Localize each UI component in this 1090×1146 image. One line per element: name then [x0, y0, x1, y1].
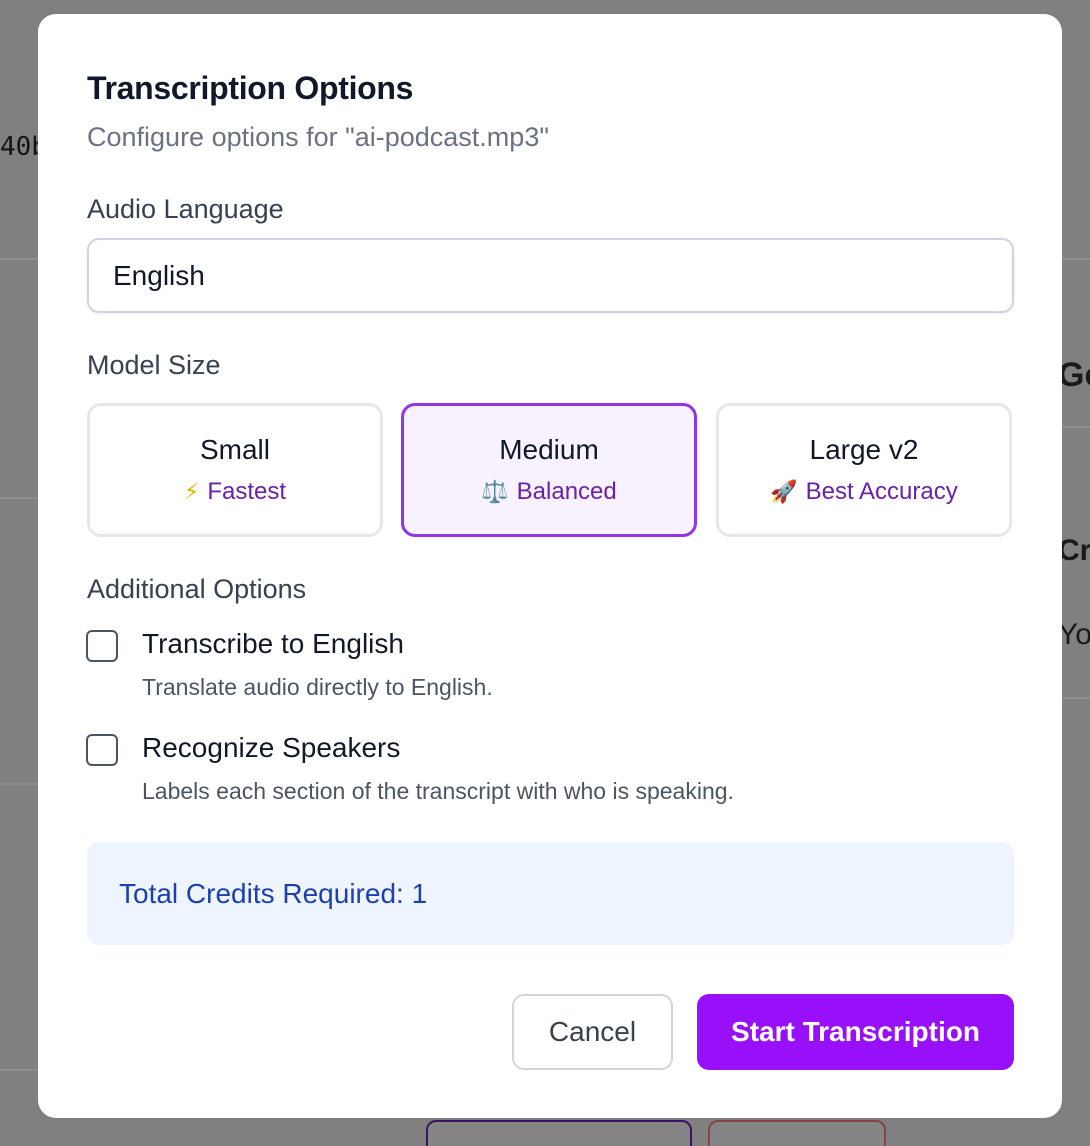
model-option-large-v2[interactable]: Large v2 🚀 Best Accuracy	[716, 403, 1012, 537]
background-download-button	[426, 1120, 692, 1146]
cancel-button[interactable]: Cancel	[512, 994, 673, 1070]
background-heading-fragment: Go	[1058, 356, 1090, 394]
model-option-description: Best Accuracy	[805, 478, 958, 505]
credits-required-text: Total Credits Required: 1	[119, 877, 428, 909]
model-option-description: Balanced	[516, 478, 617, 505]
audio-language-label: Audio Language	[87, 194, 284, 224]
dialog-subtitle: Configure options for "ai-podcast.mp3"	[87, 122, 549, 152]
model-option-name: Large v2	[809, 434, 919, 465]
audio-language-value: English	[113, 259, 205, 291]
transcribe-to-english-description: Translate audio directly to English.	[142, 674, 493, 700]
audio-language-input[interactable]: English	[87, 238, 1014, 313]
background-heading-fragment: Cre	[1058, 534, 1090, 567]
rocket-icon: 🚀	[770, 479, 798, 504]
divider	[1062, 697, 1090, 699]
model-option-description: Fastest	[207, 478, 287, 505]
transcribe-to-english-label[interactable]: Transcribe to English	[142, 628, 404, 660]
dialog-title: Transcription Options	[87, 70, 414, 106]
transcribe-to-english-checkbox[interactable]	[86, 630, 118, 662]
recognize-speakers-checkbox[interactable]	[86, 734, 118, 766]
recognize-speakers-description: Labels each section of the transcript wi…	[142, 778, 734, 804]
balance-scale-icon: ⚖️	[481, 479, 509, 504]
model-option-name: Medium	[499, 434, 599, 465]
divider	[0, 1069, 40, 1071]
model-option-medium[interactable]: Medium ⚖️ Balanced	[401, 403, 697, 537]
background-text-fragment: You	[1058, 618, 1090, 651]
lightning-icon: ⚡	[183, 479, 200, 504]
transcription-options-dialog: Transcription Options Configure options …	[38, 14, 1062, 1118]
divider	[1062, 426, 1090, 428]
divider	[0, 497, 40, 499]
recognize-speakers-label[interactable]: Recognize Speakers	[142, 732, 400, 764]
additional-options-label: Additional Options	[87, 574, 307, 604]
background-delete-button	[708, 1120, 886, 1146]
model-option-small[interactable]: Small ⚡ Fastest	[87, 403, 383, 537]
start-transcription-button[interactable]: Start Transcription	[697, 994, 1014, 1070]
credits-summary: Total Credits Required: 1	[87, 842, 1014, 945]
model-option-name: Small	[199, 434, 270, 465]
divider	[0, 783, 40, 785]
model-size-label: Model Size	[87, 350, 221, 380]
